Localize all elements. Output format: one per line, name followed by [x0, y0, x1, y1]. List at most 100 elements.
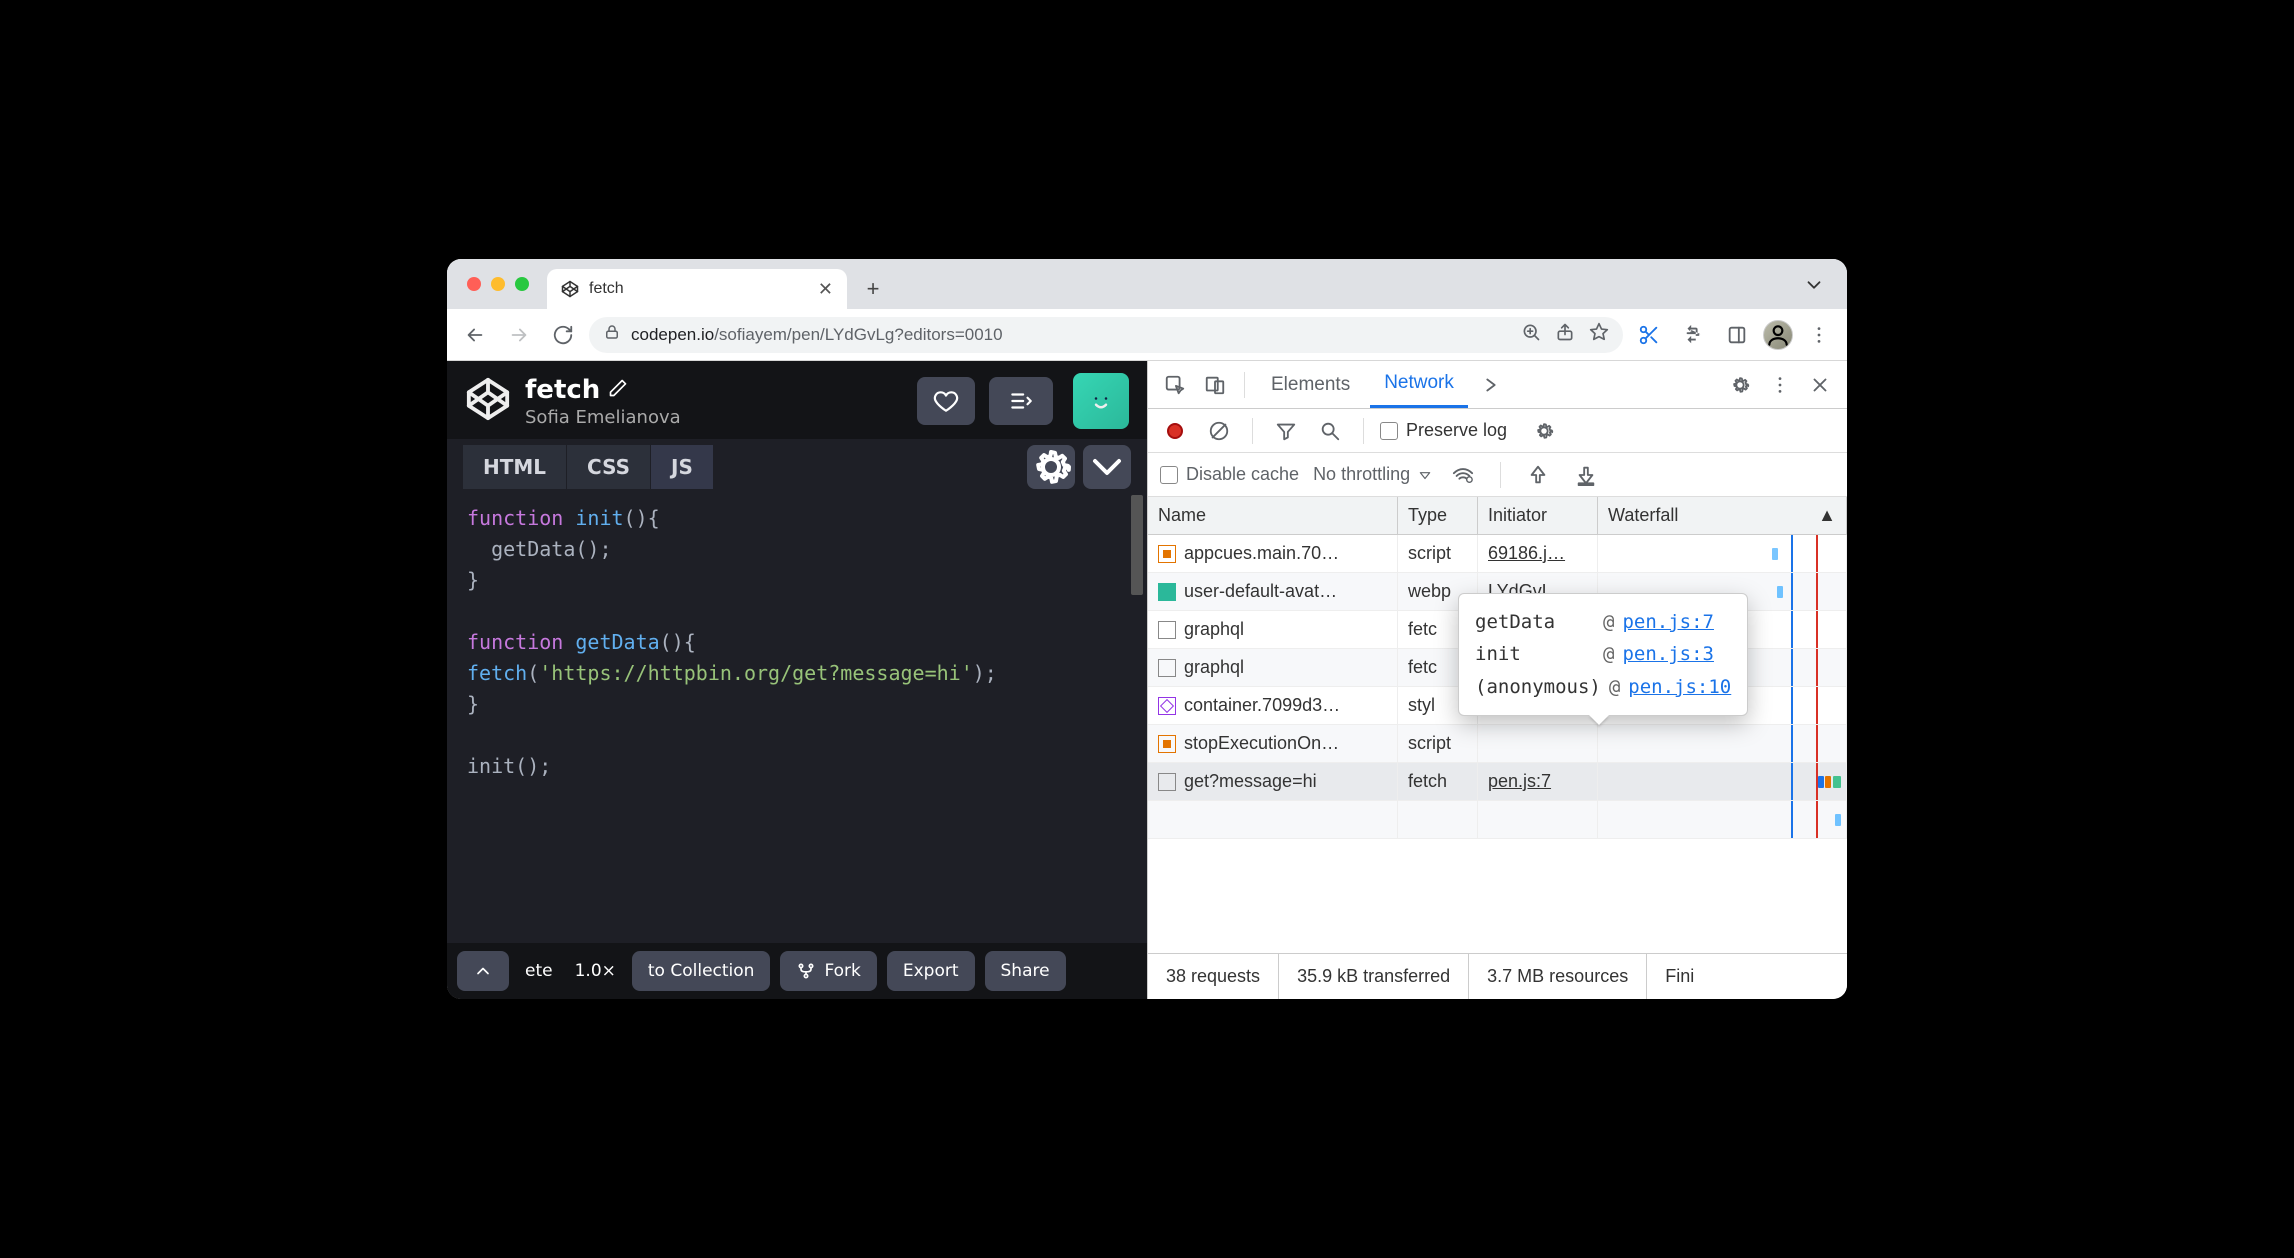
css-file-icon — [1158, 697, 1176, 715]
devtools-settings-icon[interactable] — [1723, 368, 1757, 402]
view-layout-button[interactable] — [989, 377, 1053, 425]
status-transferred: 35.9 kB transferred — [1279, 954, 1469, 999]
reload-button[interactable] — [545, 317, 581, 353]
url-text: codepen.io/sofiayem/pen/LYdGvLg?editors=… — [631, 325, 1003, 345]
stack-link[interactable]: pen.js:7 — [1622, 606, 1714, 638]
status-resources: 3.7 MB resources — [1469, 954, 1647, 999]
network-row[interactable]: get?message=hi fetch pen.js:7 — [1148, 763, 1847, 801]
address-bar[interactable]: codepen.io/sofiayem/pen/LYdGvLg?editors=… — [589, 317, 1623, 353]
col-waterfall[interactable]: Waterfall▲ — [1598, 497, 1847, 534]
minimize-window-button[interactable] — [491, 277, 505, 291]
network-options-bar: Disable cache No throttling — [1148, 453, 1847, 497]
codepen-header: fetch Sofia Emelianova — [447, 361, 1147, 439]
browser-window: fetch ✕ + codepen.io/sofiayem/pen/LYdGvL… — [447, 259, 1847, 999]
browser-tab[interactable]: fetch ✕ — [547, 269, 847, 309]
footer-fragment: ete — [519, 961, 559, 981]
col-initiator[interactable]: Initiator — [1478, 497, 1598, 534]
network-row[interactable]: appcues.main.70… script 69186.j… — [1148, 535, 1847, 573]
bookmark-icon[interactable] — [1589, 322, 1609, 347]
tab-network[interactable]: Network — [1370, 362, 1468, 408]
tab-title: fetch — [589, 280, 624, 298]
share-icon[interactable] — [1555, 322, 1575, 347]
network-row[interactable]: stopExecutionOn… script — [1148, 725, 1847, 763]
tab-html[interactable]: HTML — [463, 445, 567, 489]
export-button[interactable]: Export — [887, 951, 975, 991]
doc-file-icon — [1158, 773, 1176, 791]
status-requests: 38 requests — [1148, 954, 1279, 999]
clear-button[interactable] — [1202, 414, 1236, 448]
disable-cache-checkbox[interactable]: Disable cache — [1160, 464, 1299, 485]
fork-button[interactable]: Fork — [780, 951, 876, 991]
stack-link[interactable]: pen.js:10 — [1628, 671, 1731, 703]
share-button[interactable]: Share — [985, 951, 1066, 991]
network-columns-header: Name Type Initiator Waterfall▲ — [1148, 497, 1847, 535]
back-button[interactable] — [457, 317, 493, 353]
editor-expand-icon[interactable] — [1083, 445, 1131, 489]
export-har-icon[interactable] — [1569, 458, 1603, 492]
zoom-level[interactable]: 1.0× — [569, 961, 622, 981]
extensions-icon[interactable] — [1675, 317, 1711, 353]
add-to-collection-button[interactable]: to Collection — [632, 951, 771, 991]
tab-js[interactable]: JS — [651, 445, 714, 489]
tab-elements[interactable]: Elements — [1257, 362, 1364, 408]
devtools-menu-icon[interactable] — [1763, 368, 1797, 402]
user-avatar[interactable] — [1073, 373, 1129, 429]
initiator-link[interactable]: pen.js:7 — [1488, 771, 1551, 792]
zoom-icon[interactable] — [1521, 322, 1541, 347]
record-button[interactable] — [1158, 414, 1192, 448]
network-conditions-icon[interactable] — [1446, 458, 1480, 492]
close-tab-icon[interactable]: ✕ — [818, 279, 833, 300]
console-toggle-button[interactable] — [457, 951, 509, 991]
codepen-panel: fetch Sofia Emelianova HTML CSS JS — [447, 361, 1147, 999]
lock-icon — [603, 323, 621, 346]
tab-strip: fetch ✕ + — [447, 259, 1847, 309]
js-file-icon — [1158, 545, 1176, 563]
edit-title-icon[interactable] — [608, 375, 628, 405]
like-button[interactable] — [917, 377, 975, 425]
doc-file-icon — [1158, 659, 1176, 677]
devtools-panel: Elements Network Preserve log — [1147, 361, 1847, 999]
browser-menu-icon[interactable] — [1801, 317, 1837, 353]
filter-icon[interactable] — [1269, 414, 1303, 448]
browser-toolbar: codepen.io/sofiayem/pen/LYdGvLg?editors=… — [447, 309, 1847, 361]
editor-tabs: HTML CSS JS — [447, 439, 1147, 489]
initiator-link[interactable]: 69186.j… — [1488, 543, 1565, 564]
network-toolbar: Preserve log — [1148, 409, 1847, 453]
close-window-button[interactable] — [467, 277, 481, 291]
stack-link[interactable]: pen.js:3 — [1622, 638, 1714, 670]
codepen-logo-icon[interactable] — [465, 376, 511, 426]
more-tabs-icon[interactable] — [1474, 368, 1508, 402]
new-tab-button[interactable]: + — [857, 273, 889, 305]
tabs-overflow-icon[interactable] — [1803, 274, 1825, 301]
editor-scrollbar[interactable] — [1131, 495, 1143, 595]
reading-list-icon[interactable] — [1719, 317, 1755, 353]
network-settings-icon[interactable] — [1527, 414, 1561, 448]
window-controls — [459, 259, 547, 309]
col-type[interactable]: Type — [1398, 497, 1478, 534]
network-request-list: appcues.main.70… script 69186.j… user-de… — [1148, 535, 1847, 953]
search-icon[interactable] — [1313, 414, 1347, 448]
preserve-log-checkbox[interactable]: Preserve log — [1380, 420, 1507, 441]
device-toolbar-icon[interactable] — [1198, 368, 1232, 402]
image-file-icon — [1158, 583, 1176, 601]
doc-file-icon — [1158, 621, 1176, 639]
editor-settings-icon[interactable] — [1027, 445, 1075, 489]
col-name[interactable]: Name — [1148, 497, 1398, 534]
import-har-icon[interactable] — [1521, 458, 1555, 492]
throttling-select[interactable]: No throttling — [1313, 464, 1432, 485]
close-devtools-icon[interactable] — [1803, 368, 1837, 402]
pen-title: fetch — [525, 375, 600, 405]
maximize-window-button[interactable] — [515, 277, 529, 291]
js-file-icon — [1158, 735, 1176, 753]
forward-button[interactable] — [501, 317, 537, 353]
profile-avatar[interactable] — [1763, 320, 1793, 350]
codepen-footer: ete 1.0× to Collection Fork Export Share — [447, 943, 1147, 999]
code-editor[interactable]: function init(){ getData(); } function g… — [447, 489, 1147, 943]
initiator-stack-tooltip: getData@ pen.js:7 init@ pen.js:3 (anonym… — [1458, 593, 1748, 716]
network-status-bar: 38 requests 35.9 kB transferred 3.7 MB r… — [1148, 953, 1847, 999]
network-row-empty — [1148, 801, 1847, 839]
tab-css[interactable]: CSS — [567, 445, 651, 489]
pen-author: Sofia Emelianova — [525, 407, 681, 428]
scissors-icon[interactable] — [1631, 317, 1667, 353]
inspect-element-icon[interactable] — [1158, 368, 1192, 402]
